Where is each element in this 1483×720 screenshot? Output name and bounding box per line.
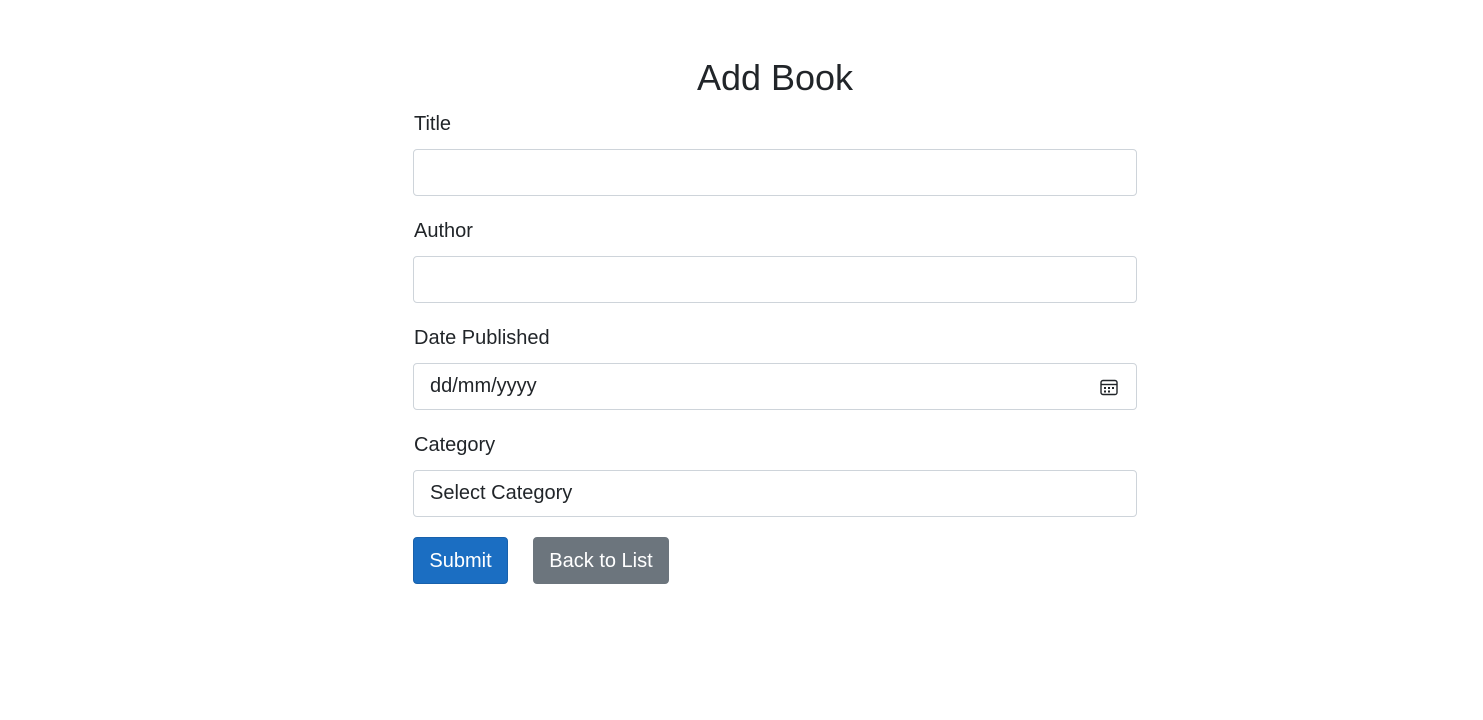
calendar-icon[interactable] — [1100, 378, 1118, 396]
date-published-input[interactable]: dd/mm/yyyy — [413, 363, 1137, 410]
date-published-label: Date Published — [414, 327, 550, 349]
title-input[interactable] — [413, 149, 1137, 196]
category-select[interactable]: Select Category — [413, 470, 1137, 517]
submit-button[interactable]: Submit — [413, 537, 508, 584]
category-form-group: Category Select Category — [413, 433, 1137, 517]
back-to-list-button[interactable]: Back to List — [533, 537, 669, 584]
category-label: Category — [414, 434, 496, 456]
date-placeholder: dd/mm/yyyy — [430, 375, 537, 397]
date-published-form-group: Date Published dd/mm/yyyy — [413, 326, 1137, 410]
author-input[interactable] — [413, 256, 1137, 303]
author-form-group: Author — [413, 219, 1137, 303]
page-title: Add Book — [696, 57, 854, 98]
author-label: Author — [414, 220, 473, 242]
title-form-group: Title — [413, 112, 1137, 196]
title-label: Title — [414, 113, 452, 135]
